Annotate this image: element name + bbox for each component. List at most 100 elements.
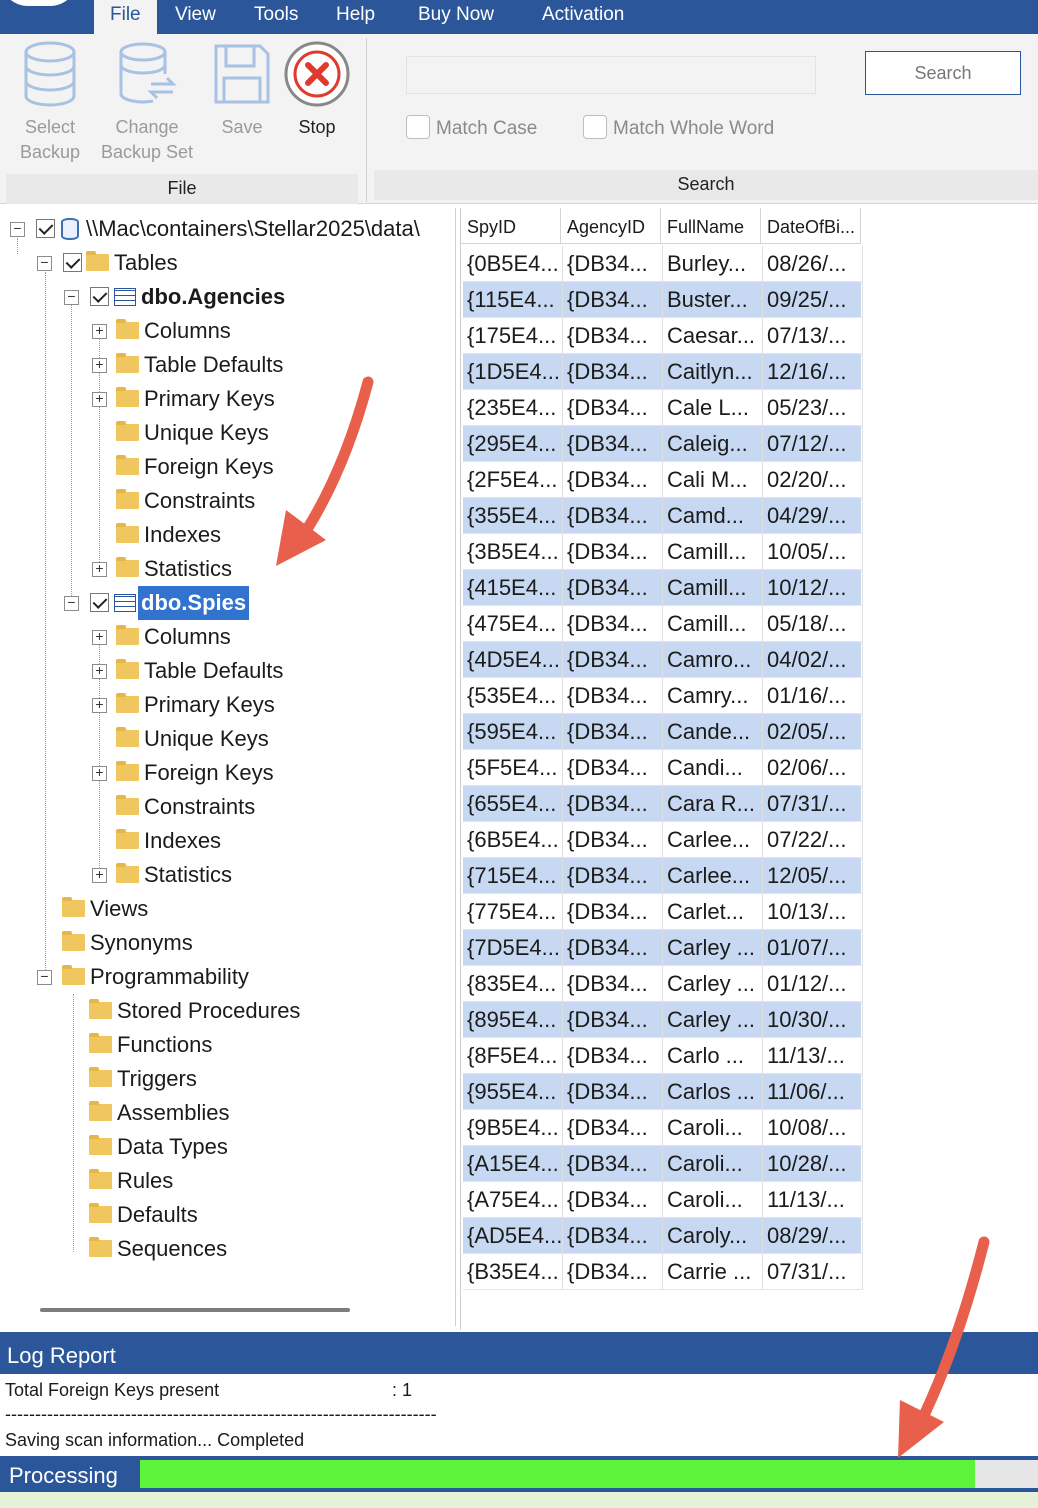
cell-spyid: {B35E4... <box>463 1254 563 1290</box>
tables-checkbox[interactable] <box>63 253 82 272</box>
expand-icon[interactable]: + <box>92 867 107 883</box>
match-whole-word-checkbox[interactable]: Match Whole Word <box>583 114 774 144</box>
table-row[interactable]: {A75E4... {DB34... Caroli... 11/13/... <box>463 1182 863 1218</box>
node-label: Statistics <box>144 556 233 581</box>
folder-icon <box>62 897 85 917</box>
expand-icon[interactable]: + <box>92 697 107 713</box>
table-row[interactable]: {AD5E4... {DB34... Caroly... 08/29/... <box>463 1218 863 1254</box>
node-label: Primary Keys <box>144 386 275 411</box>
cell-spyid: {5F5E4... <box>463 750 563 786</box>
table-row[interactable]: {0B5E4... {DB34... Burley... 08/26/... <box>463 246 863 282</box>
table-row[interactable]: {475E4... {DB34... Camill... 05/18/... <box>463 606 863 642</box>
node-label: Triggers <box>117 1066 197 1091</box>
save-button[interactable]: Save <box>206 40 278 140</box>
column-header-agencyid[interactable]: AgencyID <box>561 208 661 244</box>
collapse-icon[interactable]: − <box>64 289 79 305</box>
column-header-spyid[interactable]: SpyID <box>461 208 561 244</box>
node-label: Foreign Keys <box>144 760 274 785</box>
expand-icon[interactable]: + <box>92 629 107 645</box>
folder-icon <box>89 1237 112 1257</box>
menu-buy-now[interactable]: Buy Now <box>418 0 494 34</box>
cell-spyid: {415E4... <box>463 570 563 606</box>
collapse-icon[interactable]: − <box>37 255 52 271</box>
table-row[interactable]: {655E4... {DB34... Cara R... 07/31/... <box>463 786 863 822</box>
table-row[interactable]: {4D5E4... {DB34... Camro... 04/02/... <box>463 642 863 678</box>
table-row[interactable]: {955E4... {DB34... Carlos ... 11/06/... <box>463 1074 863 1110</box>
cell-spyid: {475E4... <box>463 606 563 642</box>
select-backup-button[interactable]: Select Backup <box>12 40 88 165</box>
root-checkbox[interactable] <box>36 219 55 238</box>
expand-icon[interactable]: + <box>92 391 107 407</box>
table-row[interactable]: {8F5E4... {DB34... Carlo ... 11/13/... <box>463 1038 863 1074</box>
node-label: Primary Keys <box>144 692 275 717</box>
expand-icon[interactable]: + <box>92 357 107 373</box>
stop-button[interactable]: Stop <box>282 40 352 140</box>
expand-icon[interactable]: + <box>92 323 107 339</box>
table-row[interactable]: {355E4... {DB34... Camd... 04/29/... <box>463 498 863 534</box>
table-row[interactable]: {595E4... {DB34... Cande... 02/05/... <box>463 714 863 750</box>
table-row[interactable]: {6B5E4... {DB34... Carlee... 07/22/... <box>463 822 863 858</box>
cell-spyid: {895E4... <box>463 1002 563 1038</box>
match-case-checkbox[interactable]: Match Case <box>406 114 537 144</box>
table-row[interactable]: {535E4... {DB34... Camry... 01/16/... <box>463 678 863 714</box>
ribbon: Select Backup Change Backup Set Save Sto… <box>0 34 1038 204</box>
tree-horizontal-scrollbar[interactable] <box>40 1308 350 1312</box>
search-input[interactable] <box>406 56 816 94</box>
log-separator: ----------------------------------------… <box>5 1404 437 1424</box>
cell-spyid: {2F5E4... <box>463 462 563 498</box>
match-case-box[interactable] <box>406 114 430 139</box>
node-label: Stored Procedures <box>117 998 301 1023</box>
column-header-fullname[interactable]: FullName <box>661 208 761 244</box>
folder-icon <box>86 251 109 271</box>
cell-spyid: {655E4... <box>463 786 563 822</box>
table-row[interactable]: {895E4... {DB34... Carley ... 10/30/... <box>463 1002 863 1038</box>
table-row[interactable]: {115E4... {DB34... Buster... 09/25/... <box>463 282 863 318</box>
cell-fullname: Caleig... <box>663 426 763 462</box>
menu-file[interactable]: File <box>94 0 157 34</box>
folder-icon <box>116 693 139 713</box>
search-button[interactable]: Search <box>865 51 1021 95</box>
collapse-icon[interactable]: − <box>37 969 52 985</box>
table-row[interactable]: {9B5E4... {DB34... Caroli... 10/08/... <box>463 1110 863 1146</box>
cell-fullname: Camro... <box>663 642 763 678</box>
cell-spyid: {775E4... <box>463 894 563 930</box>
table-row[interactable]: {7D5E4... {DB34... Carley ... 01/07/... <box>463 930 863 966</box>
table-row[interactable]: {A15E4... {DB34... Caroli... 10/28/... <box>463 1146 863 1182</box>
expand-icon[interactable]: + <box>92 765 107 781</box>
table-row[interactable]: {415E4... {DB34... Camill... 10/12/... <box>463 570 863 606</box>
cell-spyid: {A75E4... <box>463 1182 563 1218</box>
menu-tools[interactable]: Tools <box>254 0 298 34</box>
change-backup-set-button[interactable]: Change Backup Set <box>98 40 196 165</box>
table-row[interactable]: {295E4... {DB34... Caleig... 07/12/... <box>463 426 863 462</box>
menu-help[interactable]: Help <box>336 0 375 34</box>
collapse-icon[interactable]: − <box>64 595 79 611</box>
cell-fullname: Caitlyn... <box>663 354 763 390</box>
cell-agencyid: {DB34... <box>563 462 663 498</box>
cell-spyid: {4D5E4... <box>463 642 563 678</box>
menu-view[interactable]: View <box>175 0 216 34</box>
table-row[interactable]: {2F5E4... {DB34... Cali M... 02/20/... <box>463 462 863 498</box>
table-row[interactable]: {5F5E4... {DB34... Candi... 02/06/... <box>463 750 863 786</box>
table-row[interactable]: {1D5E4... {DB34... Caitlyn... 12/16/... <box>463 354 863 390</box>
table-row[interactable]: {715E4... {DB34... Carlee... 12/05/... <box>463 858 863 894</box>
agencies-checkbox[interactable] <box>90 287 109 306</box>
table-row[interactable]: {835E4... {DB34... Carley ... 01/12/... <box>463 966 863 1002</box>
table-row[interactable]: {B35E4... {DB34... Carrie ... 07/31/... <box>463 1254 863 1290</box>
folder-icon <box>89 1169 112 1189</box>
table-row[interactable]: {3B5E4... {DB34... Camill... 10/05/... <box>463 534 863 570</box>
expand-icon[interactable]: + <box>92 561 107 577</box>
spies-checkbox[interactable] <box>90 593 109 612</box>
table-row[interactable]: {235E4... {DB34... Cale L... 05/23/... <box>463 390 863 426</box>
cell-agencyid: {DB34... <box>563 354 663 390</box>
match-whole-word-box[interactable] <box>583 114 607 139</box>
cell-fullname: Cara R... <box>663 786 763 822</box>
progress-bar <box>140 1460 1038 1488</box>
table-row[interactable]: {775E4... {DB34... Carlet... 10/13/... <box>463 894 863 930</box>
menu-bar: File View Tools Help Buy Now Activation <box>0 0 1038 34</box>
column-header-dateofbirth[interactable]: DateOfBi... <box>761 208 861 244</box>
collapse-icon[interactable]: − <box>10 221 25 237</box>
menu-activation[interactable]: Activation <box>542 0 624 34</box>
tree-line <box>17 238 18 254</box>
table-row[interactable]: {175E4... {DB34... Caesar... 07/13/... <box>463 318 863 354</box>
expand-icon[interactable]: + <box>92 663 107 679</box>
